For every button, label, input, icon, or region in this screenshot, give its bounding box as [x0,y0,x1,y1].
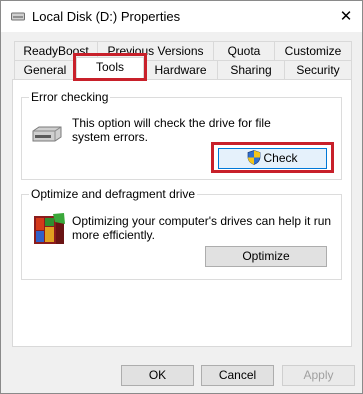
tab-hardware[interactable]: Hardware [143,60,218,79]
close-icon: ✕ [339,8,353,25]
uac-shield-icon [248,150,261,165]
defrag-icon [34,213,65,244]
tab-sharing[interactable]: Sharing [217,60,285,79]
optimize-group [21,194,342,280]
tab-quota[interactable]: Quota [213,41,275,60]
tab-general[interactable]: General [14,60,76,79]
drive-icon [32,126,62,142]
properties-dialog: Local Disk (D:) Properties ✕ ReadyBoost … [0,0,363,394]
ok-button[interactable]: OK [121,365,194,386]
drive-icon [11,12,25,21]
error-checking-desc-line2: system errors. [72,130,149,144]
close-button[interactable]: ✕ [330,1,362,32]
check-button-label: Check [263,151,298,165]
title-bar: Local Disk (D:) Properties ✕ [1,1,362,32]
optimize-button[interactable]: Optimize [205,246,327,267]
error-checking-desc-line1: This option will check the drive for fil… [72,116,271,130]
tab-tools[interactable]: Tools [76,57,144,79]
window-title: Local Disk (D:) Properties [32,9,181,24]
optimize-desc-line2: more efficiently. [72,228,155,242]
optimize-desc-line1: Optimizing your computer's drives can he… [72,214,332,228]
optimize-title: Optimize and defragment drive [29,187,198,201]
error-checking-title: Error checking [29,90,111,104]
apply-button[interactable]: Apply [282,365,355,386]
tab-customize[interactable]: Customize [274,41,352,60]
check-button[interactable]: Check [218,148,327,169]
tab-security[interactable]: Security [284,60,352,79]
cancel-button[interactable]: Cancel [201,365,274,386]
